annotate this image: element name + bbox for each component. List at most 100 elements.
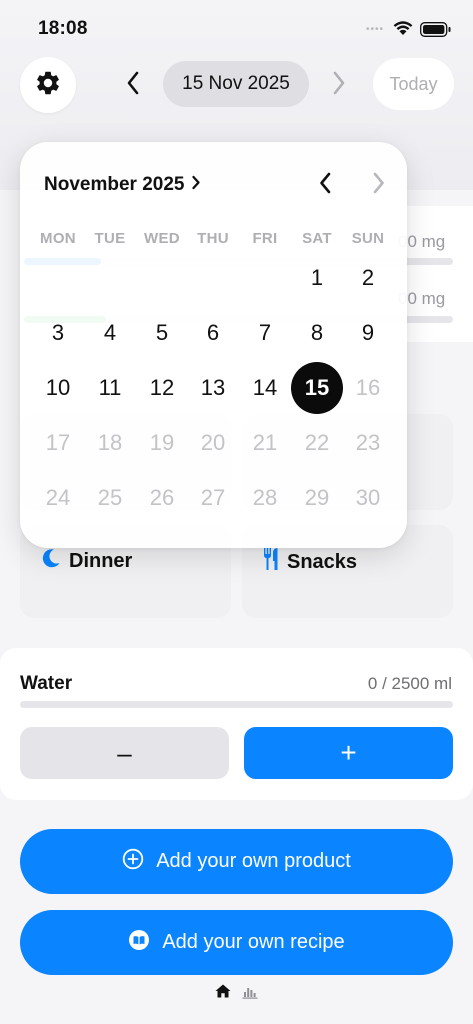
calendar-day-number: 22 [304,430,330,455]
calendar-day-10[interactable]: 10 [32,362,84,414]
calendar-day-23: 23 [342,417,394,469]
calendar-day-22: 22 [291,417,343,469]
calendar-day-26: 26 [136,472,188,524]
calendar-day-number: 27 [200,485,226,510]
plus-circle-icon [122,848,144,876]
next-month-button[interactable] [367,171,391,199]
calendar-month-label: November 2025 [44,174,185,195]
chevron-right-icon [332,71,346,100]
chevron-left-icon [318,172,332,199]
weekday-sun: SUN [351,230,385,247]
calendar-day-number: 23 [355,430,381,455]
calendar-day-28: 28 [239,472,291,524]
date-selector-button[interactable]: 15 Nov 2025 [163,61,309,107]
calendar-day-number: 13 [200,375,226,400]
calendar-month-button[interactable]: November 2025 [44,174,201,196]
calendar-day-6[interactable]: 6 [187,307,239,359]
weekday-fri: FRI [252,230,278,247]
calendar-day-number: 10 [45,375,71,400]
calendar-day-19: 19 [136,417,188,469]
battery-icon [420,22,452,42]
calendar-day-number: 30 [355,485,381,510]
calendar-day-number: 16 [355,375,381,400]
calendar-day-number: 15 [304,375,330,400]
calendar-day-number: 14 [252,375,278,400]
settings-button[interactable] [20,57,76,113]
calendar-day-number: 29 [304,485,330,510]
calendar-day-number: 26 [149,485,175,510]
calendar-day-number: 9 [361,320,375,345]
calendar-day-number: 28 [252,485,278,510]
calendar-day-29: 29 [291,472,343,524]
fork-knife-icon [262,547,280,577]
calendar-day-11[interactable]: 11 [84,362,136,414]
calendar-day-5[interactable]: 5 [136,307,188,359]
weekday-thu: THU [197,230,229,247]
chevron-right-icon [372,172,386,199]
today-button[interactable]: Today [373,58,454,110]
water-value: 0 / 2500 ml [367,674,452,693]
snacks-label: Snacks [287,550,358,573]
calendar-day-number: 4 [103,320,117,345]
calendar-day-13[interactable]: 13 [187,362,239,414]
calendar-day-18: 18 [84,417,136,469]
dinner-label: Dinner [69,549,133,572]
chart-bars-icon[interactable] [242,986,258,1004]
calendar-day-2[interactable]: 2 [342,252,394,304]
cellular-dots: •••• [366,24,385,35]
calendar-day-number: 8 [310,320,324,345]
weekday-sat: SAT [302,230,332,247]
calendar-day-number: 7 [258,320,272,345]
calendar-day-number: 6 [206,320,220,345]
calendar-day-14[interactable]: 14 [239,362,291,414]
calendar-day-number: 1 [310,265,324,290]
calendar-day-1[interactable]: 1 [291,252,343,304]
calendar-day-21: 21 [239,417,291,469]
gear-icon [34,69,62,102]
calendar-day-3[interactable]: 3 [32,307,84,359]
calendar-day-number: 25 [97,485,123,510]
calendar-day-8[interactable]: 8 [291,307,343,359]
house-icon[interactable] [215,984,231,1003]
weekday-tue: TUE [94,230,126,247]
weekday-wed: WED [144,230,180,247]
calendar-day-15[interactable]: 15 [291,362,343,414]
calendar-popover: November 2025 MON TUE WED THU FRI SAT SUN 1234… [20,142,407,548]
book-icon [128,929,150,957]
water-title: Water [20,673,73,694]
add-own-product-button[interactable]: Add your own product [20,829,453,894]
weekday-mon: MON [40,230,76,247]
calendar-day-4[interactable]: 4 [84,307,136,359]
status-bar: 18:08 •••• [0,0,473,54]
remove-water-button[interactable]: – [20,727,229,779]
status-time: 18:08 [38,18,88,39]
calendar-day-7[interactable]: 7 [239,307,291,359]
calendar-day-number: 12 [149,375,175,400]
calendar-day-number: 3 [51,320,65,345]
add-own-recipe-button[interactable]: Add your own recipe [20,910,453,975]
tab-bar [0,982,473,1002]
next-day-button[interactable] [326,70,352,100]
calendar-day-30: 30 [342,472,394,524]
previous-day-button[interactable] [120,70,146,100]
calendar-day-number: 20 [200,430,226,455]
calendar-day-number: 21 [252,430,278,455]
calendar-day-number: 18 [97,430,123,455]
moon-icon [40,547,62,575]
calendar-day-9[interactable]: 9 [342,307,394,359]
add-water-button[interactable]: + [244,727,453,779]
calendar-day-12[interactable]: 12 [136,362,188,414]
add-own-product-label: Add your own product [156,850,351,872]
calendar-day-number: 2 [361,265,375,290]
calendar-day-25: 25 [84,472,136,524]
calendar-day-24: 24 [32,472,84,524]
previous-month-button[interactable] [313,171,337,199]
calendar-day-20: 20 [187,417,239,469]
chevron-left-icon [126,71,140,100]
calendar-day-27: 27 [187,472,239,524]
calendar-day-number: 19 [149,430,175,455]
wifi-icon [392,20,414,41]
chevron-right-small-icon [191,174,201,196]
calendar-day-16: 16 [342,362,394,414]
calendar-day-number: 17 [45,430,71,455]
